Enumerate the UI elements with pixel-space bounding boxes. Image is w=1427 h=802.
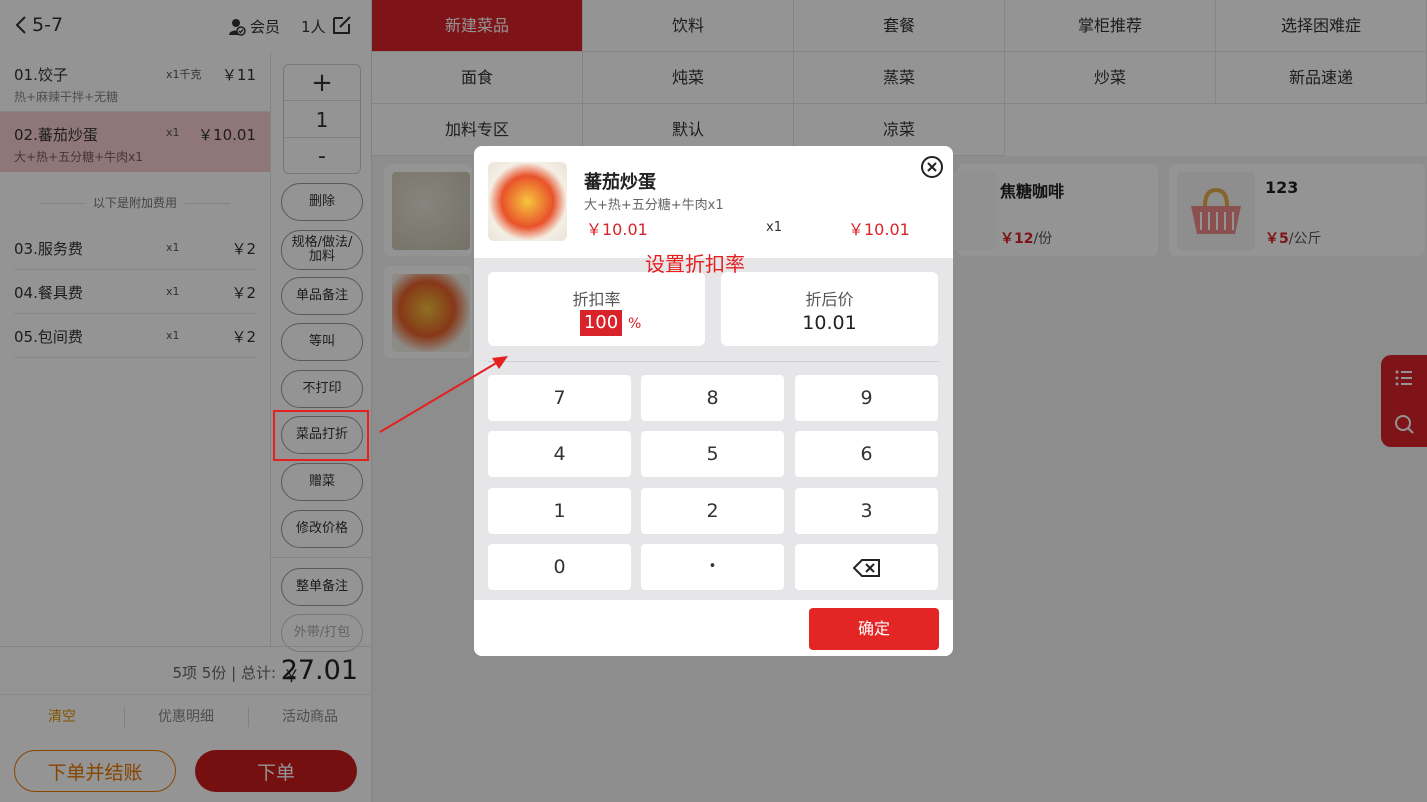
dish-image (488, 162, 567, 241)
dish-qty: x1 (766, 220, 782, 235)
close-icon[interactable] (920, 155, 944, 179)
dish-spec: 大+热+五分糖+牛肉x1 (584, 198, 724, 213)
discounted-price-field[interactable]: 折后价 10.01 (721, 272, 938, 346)
confirm-button[interactable]: 确定 (809, 608, 939, 650)
dialog-footer: 确定 (474, 600, 953, 656)
dialog-header: 蕃茄炒蛋 大+热+五分糖+牛肉x1 ￥10.01 x1 ￥10.01 (474, 146, 953, 258)
key-7[interactable]: 7 (488, 375, 631, 421)
key-1[interactable]: 1 (488, 488, 631, 534)
discounted-price-value: 10.01 (802, 312, 857, 334)
annotation-highlight-box (273, 410, 369, 461)
key-5[interactable]: 5 (641, 431, 784, 477)
backspace-icon (852, 558, 880, 577)
key-8[interactable]: 8 (641, 375, 784, 421)
discount-rate-value[interactable]: 100 (580, 310, 622, 336)
key-2[interactable]: 2 (641, 488, 784, 534)
dish-price: ￥10.01 (586, 220, 648, 239)
key-dot[interactable]: • (641, 544, 784, 590)
percent-unit: % (628, 316, 642, 332)
dish-total: ￥10.01 (848, 220, 910, 239)
backspace-key[interactable] (795, 544, 938, 590)
discount-dialog: 蕃茄炒蛋 大+热+五分糖+牛肉x1 ￥10.01 x1 ￥10.01 折扣率 1… (474, 146, 953, 656)
discount-rate-label: 折扣率 (572, 290, 621, 309)
key-6[interactable]: 6 (795, 431, 938, 477)
key-4[interactable]: 4 (488, 431, 631, 477)
key-9[interactable]: 9 (795, 375, 938, 421)
key-0[interactable]: 0 (488, 544, 631, 590)
dish-name: 蕃茄炒蛋 (584, 172, 656, 193)
discount-rate-field[interactable]: 折扣率 100 % (488, 272, 705, 346)
annotation-label: 设置折扣率 (645, 252, 745, 276)
keypad-divider (488, 361, 939, 362)
dialog-body: 折扣率 100 % 折后价 10.01 7 8 9 4 5 6 1 2 3 0 … (474, 258, 953, 600)
discounted-price-label: 折后价 (805, 290, 854, 309)
key-3[interactable]: 3 (795, 488, 938, 534)
